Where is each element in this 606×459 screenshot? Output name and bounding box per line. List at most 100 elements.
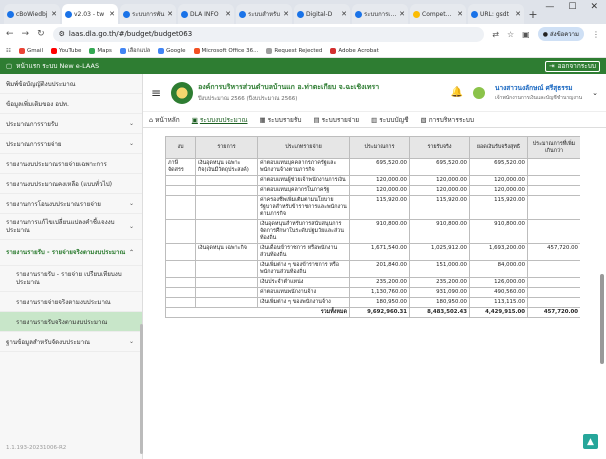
main-content: ≡ องค์การบริหารส่วนตำบลบ้านแก อ.ท่าตะเกี… bbox=[143, 74, 606, 459]
logout-button[interactable]: ⇥ ออกจากระบบ bbox=[545, 60, 600, 72]
forward-icon[interactable]: → bbox=[22, 29, 30, 39]
bookmark-item[interactable]: Microsoft Office 36... bbox=[193, 47, 259, 54]
table-cell-desc: ค่าตอบแทนบุคคลากรภาครัฐและพนักงานจ้างตาม… bbox=[257, 158, 350, 176]
user-avatar[interactable] bbox=[473, 86, 486, 99]
table-cell-est: 1,671,540.00 bbox=[349, 243, 410, 261]
tab-close-icon[interactable]: ✕ bbox=[167, 10, 173, 18]
table-cell-net: 490,560.00 bbox=[469, 287, 528, 298]
menu-item[interactable]: ▤ ระบบรายจ่าย bbox=[313, 115, 359, 125]
user-dropdown-chevron-icon[interactable]: ⌄ bbox=[592, 89, 598, 97]
new-tab-icon[interactable]: + bbox=[526, 4, 540, 24]
extensions-icon[interactable]: ▣ bbox=[522, 30, 530, 39]
browser-tab[interactable]: ระบบการพัน ✕ bbox=[120, 4, 176, 24]
tab-close-icon[interactable]: ✕ bbox=[225, 10, 231, 18]
sidebar-item[interactable]: รายงานรายรับ - รายจ่าย เปรียบเทียบงบประม… bbox=[0, 266, 142, 292]
menu-item[interactable]: ▥ ระบบบัญชี bbox=[371, 115, 408, 125]
table-cell-net: 115,920.00 bbox=[469, 195, 528, 220]
browser-tab[interactable]: Competency✕ bbox=[410, 4, 466, 24]
table-total-label: รวมทั้งหมด bbox=[165, 307, 350, 318]
browser-tab[interactable]: Digital-D ✕ bbox=[294, 4, 350, 24]
browser-tab[interactable]: cBoWiedbj ✕ bbox=[4, 4, 60, 24]
menu-kebab-icon[interactable]: ⋮ bbox=[592, 30, 600, 39]
menu-item[interactable]: ▦ ระบบรายรับ bbox=[260, 115, 302, 125]
tab-close-icon[interactable]: ✕ bbox=[283, 10, 289, 18]
bookmark-star-icon[interactable]: ☆ bbox=[507, 30, 514, 39]
sidebar-item[interactable]: ฐานข้อมูลสำหรับจัดงบประมาณ ⌄ bbox=[0, 332, 142, 352]
menu-item-icon: ▦ bbox=[259, 115, 266, 124]
tab-close-icon[interactable]: ✕ bbox=[51, 10, 57, 18]
table-cell-sub bbox=[195, 277, 258, 288]
minimize-icon[interactable]: — bbox=[545, 2, 554, 12]
sidebar-item[interactable]: รายงานรายจ่ายจริงตามงบประมาณ bbox=[0, 292, 142, 312]
close-icon[interactable]: ✕ bbox=[590, 2, 598, 12]
menu-item[interactable]: ⌂ หน้าหลัก bbox=[149, 115, 180, 125]
tab-favicon-icon bbox=[181, 10, 188, 18]
sidebar-item[interactable]: รายงานงบประมาณรายจ่ายเฉพาะการ bbox=[0, 154, 142, 174]
table-cell-sub bbox=[195, 297, 258, 308]
tab-title: v2.03 - tw bbox=[74, 10, 105, 18]
bookmark-label: Google bbox=[166, 47, 186, 54]
sidebar-item[interactable]: รายงานการโอนงบประมาณรายจ่าย ⌄ bbox=[0, 194, 142, 214]
tab-favicon-icon bbox=[7, 10, 14, 18]
sidebar-item[interactable]: รายงานการแก้ไขเปลี่ยนแปลงคำชี้แจงงบประมา… bbox=[0, 214, 142, 240]
chevron-down-icon: ⌄ bbox=[128, 140, 134, 147]
hamburger-menu-icon[interactable]: ≡ bbox=[151, 86, 161, 100]
back-icon[interactable]: ← bbox=[6, 29, 14, 39]
bookmark-item[interactable]: Maps bbox=[89, 47, 112, 54]
bookmark-item[interactable]: Adobe Acrobat bbox=[330, 47, 379, 54]
menu-item[interactable]: ▣ ระบบงบประมาณ bbox=[192, 115, 248, 125]
tab-close-icon[interactable]: ✕ bbox=[515, 10, 521, 18]
main-scrollbar[interactable] bbox=[600, 274, 604, 364]
bookmark-label: Maps bbox=[97, 47, 112, 54]
browser-tab[interactable]: v2.03 - tw ✕ bbox=[62, 4, 118, 24]
url-field[interactable]: ⚙ laas.dla.go.th/#/budget/budget063 bbox=[52, 26, 485, 42]
tab-close-icon[interactable]: ✕ bbox=[341, 10, 347, 18]
browser-tab[interactable]: ระบบการเงิน ✕ bbox=[352, 4, 408, 24]
table-cell-net: 126,000.00 bbox=[469, 277, 528, 288]
bookmark-item[interactable]: เลือกแปล bbox=[119, 47, 150, 55]
maximize-icon[interactable]: ☐ bbox=[568, 2, 576, 12]
sidebar-item[interactable]: พิมพ์ข้อบัญญัติงบประมาณ bbox=[0, 74, 142, 94]
table-cell-desc: ค่าตอบแทนผู้ช่วยเจ้าพนักงานการเงิน bbox=[257, 175, 350, 186]
sidebar-item[interactable]: ประมาณการรายรับ ⌄ bbox=[0, 114, 142, 134]
org-subtitle: ปีงบประมาณ 2566 (ปีงบประมาณ 2566) bbox=[198, 96, 298, 102]
table-cell-desc: ค่าครองชีพเพิ่มเติมตามนโยบายรัฐบาลสำหรับ… bbox=[257, 195, 350, 220]
menu-item[interactable]: ▧ การบริหารระบบ bbox=[421, 115, 475, 125]
bookmark-label: Microsoft Office 36... bbox=[201, 47, 259, 54]
notification-bell-icon[interactable]: 🔔 bbox=[451, 87, 463, 98]
sidebar-item[interactable]: รายงานรายรับจริงตามงบประมาณ bbox=[0, 312, 142, 332]
bookmark-item[interactable]: Gmail bbox=[18, 47, 43, 54]
bookmark-label: Request Rejected bbox=[274, 47, 323, 54]
scroll-to-top-button[interactable]: ▲ bbox=[583, 434, 598, 449]
table-cell-est: 1,130,760.00 bbox=[349, 287, 410, 298]
profile-button[interactable]: ● ส่งข้อความ bbox=[537, 27, 584, 41]
org-name: องค์การบริหารส่วนตำบลบ้านแก อ.ท่าตะเกียบ… bbox=[198, 83, 380, 91]
browser-tab[interactable]: URL: gsdt ✕ bbox=[468, 4, 524, 24]
user-info[interactable]: นางสาวนงลักษณ์ ศรีสุธรรม เจ้าพนักงานการเ… bbox=[495, 83, 582, 102]
browser-tab[interactable]: DLA INFO ✕ bbox=[178, 4, 234, 24]
browser-tab[interactable]: ระบบสำหรับ ✕ bbox=[236, 4, 292, 24]
sidebar-item[interactable]: รายงานงบประมาณคงเหลือ (แบบทั่วไป) bbox=[0, 174, 142, 194]
table-cell-cat bbox=[165, 219, 196, 244]
bookmark-item[interactable]: Request Rejected bbox=[266, 47, 323, 54]
sidebar-item[interactable]: รายงานรายรับ - รายจ่ายจริงตามงบประมาณ ⌃ bbox=[0, 240, 142, 266]
table-cell-sub: เงินอุดหนุน เฉพาะกิจ(เงินมีวัตถุประสงค์) bbox=[195, 158, 258, 176]
translate-icon[interactable]: ⇄ bbox=[492, 30, 499, 39]
sidebar-item[interactable]: ข้อมูลเพิ่มเติมของ อปท. bbox=[0, 94, 142, 114]
menu-item-icon: ▤ bbox=[313, 115, 320, 124]
user-role: เจ้าพนักงานการเงินและบัญชีชำนาญงาน bbox=[495, 95, 583, 101]
table-header-cell: ยอดเงินรับจริงสุทธิ bbox=[469, 136, 528, 159]
table-cell-over bbox=[527, 277, 580, 288]
tab-close-icon[interactable]: ✕ bbox=[457, 10, 463, 18]
table-cell-sub bbox=[195, 219, 258, 244]
app-home-link[interactable]: ▢ หน้าแรก ระบบ New e-LAAS bbox=[6, 61, 99, 71]
tab-close-icon[interactable]: ✕ bbox=[109, 10, 115, 18]
tab-close-icon[interactable]: ✕ bbox=[399, 10, 405, 18]
reload-icon[interactable]: ↻ bbox=[37, 29, 45, 39]
bookmark-item[interactable]: Google bbox=[158, 47, 186, 54]
sidebar-item[interactable]: ประมาณการรายจ่าย ⌄ bbox=[0, 134, 142, 154]
bookmark-item[interactable]: YouTube bbox=[50, 47, 81, 54]
bookmark-icon bbox=[193, 47, 200, 54]
apps-grid-icon[interactable]: ☷ bbox=[6, 48, 11, 54]
site-info-icon[interactable]: ⚙ bbox=[59, 30, 65, 38]
